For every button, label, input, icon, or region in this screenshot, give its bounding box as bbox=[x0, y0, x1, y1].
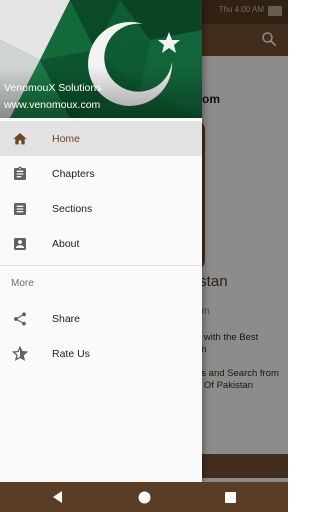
drawer-item-label: Share bbox=[52, 312, 81, 325]
back-icon[interactable] bbox=[50, 489, 66, 505]
drawer-item-chapters[interactable]: Chapters bbox=[0, 156, 202, 191]
recent-apps-icon[interactable] bbox=[222, 489, 238, 505]
share-icon bbox=[11, 310, 29, 328]
drawer-item-home[interactable]: Home bbox=[0, 121, 202, 156]
drawer-section-title: More bbox=[11, 278, 34, 289]
drawer-item-label: Rate Us bbox=[52, 347, 90, 360]
drawer-header: VenomouX Solutions www.venomoux.com bbox=[0, 0, 202, 118]
home-circle-icon[interactable] bbox=[136, 489, 152, 505]
drawer-more-menu: Share Rate Us bbox=[0, 301, 202, 371]
drawer-item-rate-us[interactable]: Rate Us bbox=[0, 336, 202, 371]
drawer-item-about[interactable]: About bbox=[0, 226, 202, 261]
drawer-item-label: Home bbox=[52, 132, 81, 145]
drawer-item-sections[interactable]: Sections bbox=[0, 191, 202, 226]
system-navigation-bar bbox=[0, 482, 288, 512]
list-icon bbox=[11, 200, 29, 218]
drawer-item-label: About bbox=[52, 237, 80, 250]
home-icon bbox=[11, 130, 29, 148]
drawer-item-label: Sections bbox=[52, 202, 93, 215]
drawer-header-url[interactable]: www.venomoux.com bbox=[4, 99, 100, 111]
drawer-item-share[interactable]: Share bbox=[0, 301, 202, 336]
account-box-icon bbox=[11, 235, 29, 253]
navigation-drawer: VenomouX Solutions www.venomoux.com Home… bbox=[0, 0, 202, 482]
drawer-item-label: Chapters bbox=[52, 167, 95, 180]
clipboard-icon bbox=[11, 165, 29, 183]
star-rate-icon bbox=[11, 345, 29, 363]
drawer-divider bbox=[0, 265, 202, 266]
drawer-menu: Home Chapters Sections About bbox=[0, 121, 202, 261]
drawer-header-name: VenomouX Solutions bbox=[4, 82, 102, 94]
